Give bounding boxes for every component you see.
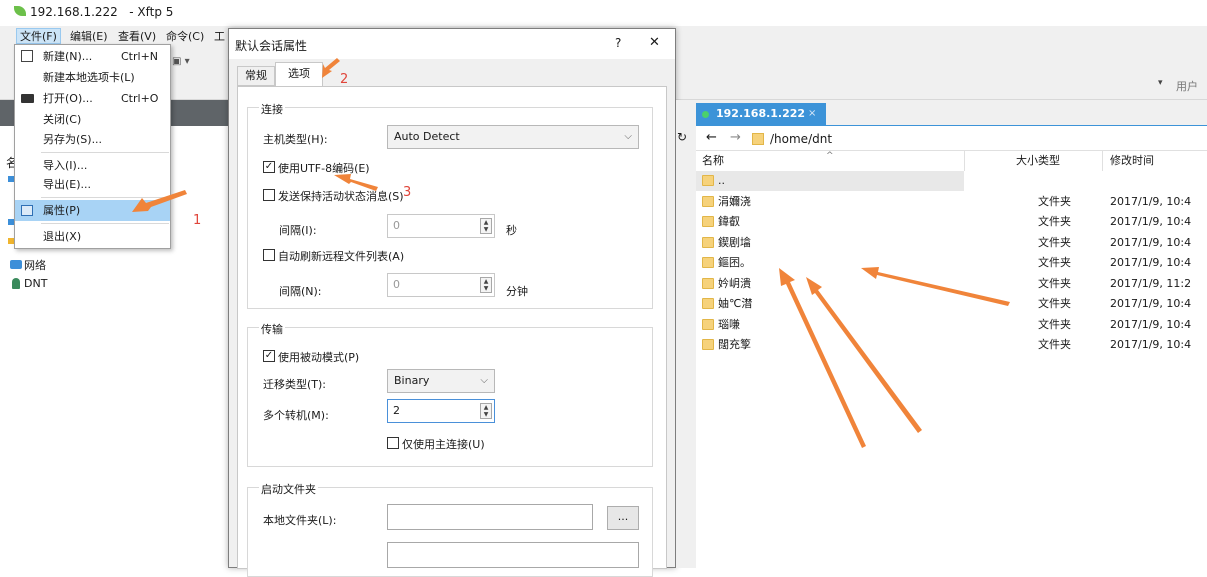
arrow-to-file-3 bbox=[861, 267, 1010, 306]
arrow-to-properties bbox=[132, 190, 187, 212]
arrow-to-options-tab bbox=[322, 58, 340, 78]
arrow-to-file-1 bbox=[779, 268, 866, 448]
arrow-to-utf8 bbox=[334, 174, 378, 191]
annotation-arrows bbox=[132, 58, 1010, 448]
